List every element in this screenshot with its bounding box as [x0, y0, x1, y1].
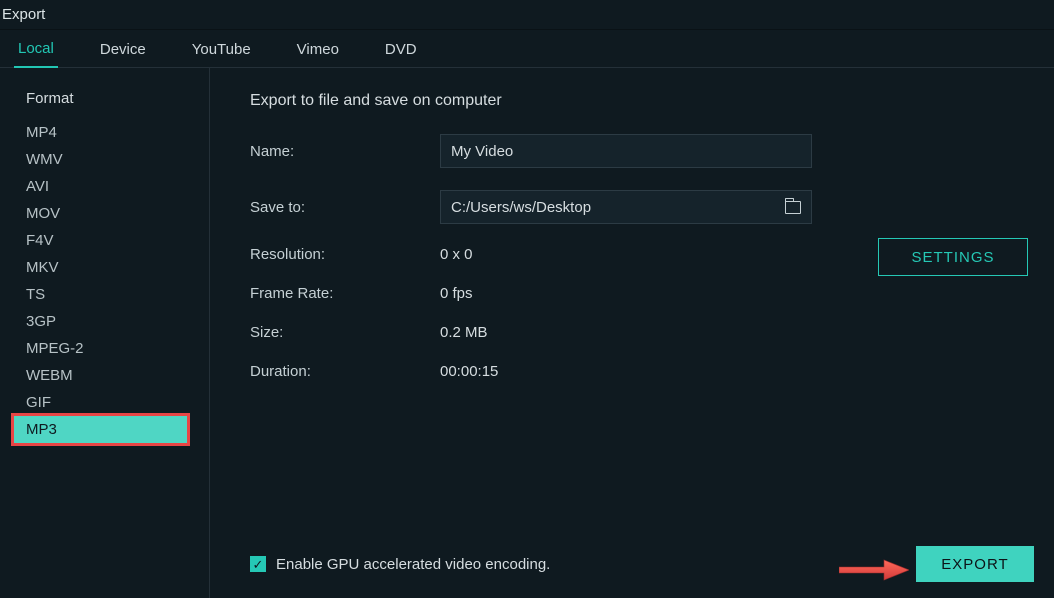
duration-label: Duration: — [250, 363, 440, 380]
format-item-3gp[interactable]: 3GP — [0, 308, 209, 335]
tab-local[interactable]: Local — [14, 32, 58, 68]
gpu-label: Enable GPU accelerated video encoding. — [276, 556, 550, 573]
format-sidebar: Format MP4 WMV AVI MOV F4V MKV TS 3GP MP… — [0, 68, 210, 598]
export-tabs: Local Device YouTube Vimeo DVD — [0, 30, 1054, 68]
gpu-checkbox-wrap[interactable]: ✓ Enable GPU accelerated video encoding. — [250, 556, 550, 573]
saveto-label: Save to: — [250, 199, 440, 216]
folder-icon[interactable] — [785, 201, 801, 214]
tab-dvd[interactable]: DVD — [381, 33, 421, 67]
name-input-wrap[interactable] — [440, 134, 812, 168]
panel-heading: Export to file and save on computer — [250, 92, 1014, 110]
resolution-value: 0 x 0 — [440, 246, 473, 263]
format-item-mpeg2[interactable]: MPEG-2 — [0, 335, 209, 362]
framerate-value: 0 fps — [440, 285, 473, 302]
row-saveto: Save to: C:/Users/ws/Desktop — [250, 190, 1014, 224]
export-button[interactable]: EXPORT — [916, 546, 1034, 582]
framerate-label: Frame Rate: — [250, 285, 440, 302]
format-item-mp3[interactable]: MP3 — [14, 416, 187, 443]
gpu-checkbox[interactable]: ✓ — [250, 556, 266, 572]
format-item-mov[interactable]: MOV — [0, 200, 209, 227]
export-main-panel: Export to file and save on computer Name… — [210, 68, 1054, 598]
format-item-mkv[interactable]: MKV — [0, 254, 209, 281]
tab-vimeo[interactable]: Vimeo — [293, 33, 343, 67]
name-input[interactable] — [451, 143, 801, 160]
tab-device[interactable]: Device — [96, 33, 150, 67]
size-label: Size: — [250, 324, 440, 341]
window-title: Export — [2, 6, 45, 23]
duration-value: 00:00:15 — [440, 363, 498, 380]
window-titlebar: Export — [0, 0, 1054, 30]
tab-youtube[interactable]: YouTube — [188, 33, 255, 67]
name-label: Name: — [250, 143, 440, 160]
format-item-avi[interactable]: AVI — [0, 173, 209, 200]
row-name: Name: — [250, 134, 1014, 168]
saveto-value: C:/Users/ws/Desktop — [451, 199, 591, 216]
format-list: MP4 WMV AVI MOV F4V MKV TS 3GP MPEG-2 WE… — [0, 119, 209, 443]
row-duration: Duration: 00:00:15 — [250, 363, 1014, 380]
format-item-f4v[interactable]: F4V — [0, 227, 209, 254]
format-item-mp4[interactable]: MP4 — [0, 119, 209, 146]
format-item-ts[interactable]: TS — [0, 281, 209, 308]
settings-button[interactable]: SETTINGS — [878, 238, 1028, 276]
format-heading: Format — [26, 90, 209, 107]
resolution-label: Resolution: — [250, 246, 440, 263]
format-item-wmv[interactable]: WMV — [0, 146, 209, 173]
row-framerate: Frame Rate: 0 fps — [250, 285, 1014, 302]
format-item-gif[interactable]: GIF — [0, 389, 209, 416]
row-size: Size: 0.2 MB — [250, 324, 1014, 341]
saveto-field[interactable]: C:/Users/ws/Desktop — [440, 190, 812, 224]
footer: ✓ Enable GPU accelerated video encoding.… — [250, 546, 1034, 582]
format-item-webm[interactable]: WEBM — [0, 362, 209, 389]
size-value: 0.2 MB — [440, 324, 488, 341]
